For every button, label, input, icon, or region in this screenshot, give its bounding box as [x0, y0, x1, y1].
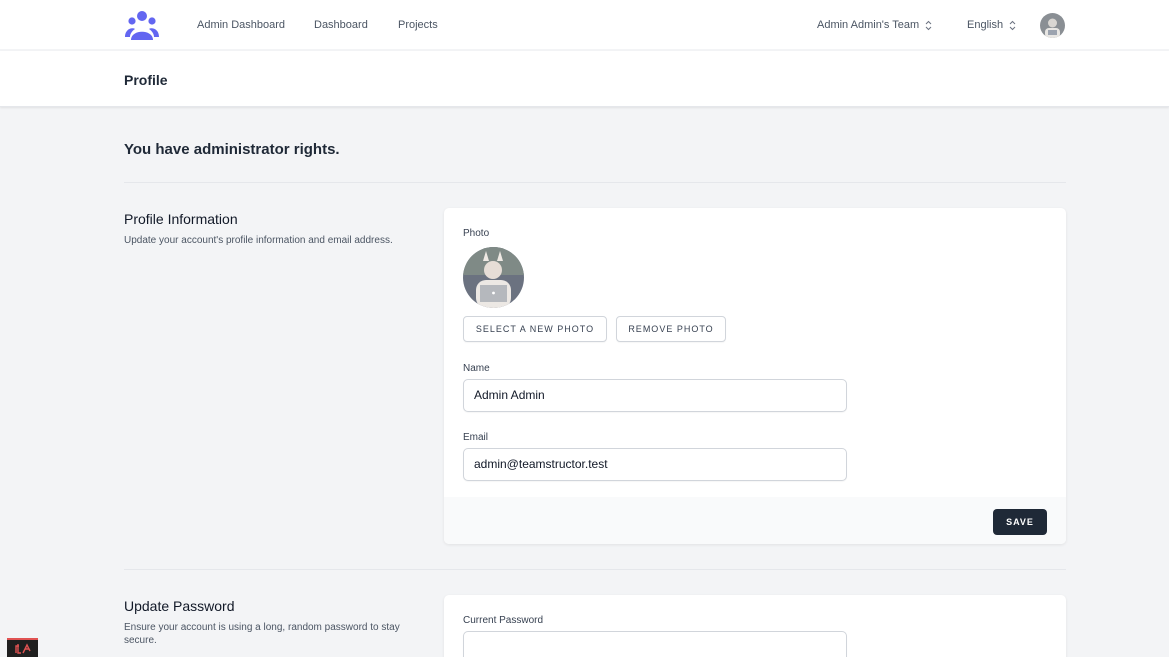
admin-notice: You have administrator rights. [124, 141, 340, 158]
remove-photo-button[interactable]: REMOVE PHOTO [616, 316, 726, 342]
section-divider [124, 569, 1066, 570]
language-switcher[interactable]: English [967, 19, 1016, 31]
select-new-photo-button[interactable]: SELECT A NEW PHOTO [463, 316, 607, 342]
current-password-label: Current Password [463, 615, 544, 626]
page-title: Profile [124, 72, 168, 88]
save-button[interactable]: SAVE [993, 509, 1047, 535]
nav-link-admin-dashboard[interactable]: Admin Dashboard [197, 19, 285, 31]
top-navigation: Admin Dashboard Dashboard Projects Admin… [0, 0, 1169, 50]
photo-label: Photo [463, 228, 490, 239]
update-password-description: Ensure your account is using a long, ran… [124, 622, 400, 646]
card-actions: SAVE [444, 497, 1066, 544]
selector-icon [925, 20, 932, 30]
team-switcher-label: Admin Admin's Team [817, 19, 920, 31]
name-label: Name [463, 363, 490, 374]
nav-link-dashboard[interactable]: Dashboard [314, 19, 368, 31]
debugbar-toggle-icon[interactable] [7, 638, 38, 657]
email-input[interactable]: admin@teamstructor.test [463, 448, 847, 481]
profile-photo [463, 247, 524, 308]
selector-icon [1009, 20, 1016, 30]
update-password-title: Update Password [124, 598, 235, 614]
update-password-card: Current Password [444, 595, 1066, 657]
email-label: Email [463, 432, 489, 443]
language-label: English [967, 19, 1004, 31]
user-avatar[interactable] [1040, 13, 1065, 38]
current-password-input[interactable] [463, 631, 847, 657]
team-switcher[interactable]: Admin Admin's Team [817, 19, 932, 31]
name-input[interactable]: Admin Admin [463, 379, 847, 412]
profile-info-card: Photo SELECT A NEW PHOTO REMOVE PHOTO Na… [444, 208, 1066, 544]
page-header: Profile [0, 51, 1169, 107]
team-logo-icon[interactable] [124, 10, 160, 42]
section-divider [124, 182, 1066, 183]
profile-info-description: Update your account's profile informatio… [124, 235, 393, 246]
profile-info-title: Profile Information [124, 211, 238, 227]
nav-link-projects[interactable]: Projects [398, 19, 438, 31]
